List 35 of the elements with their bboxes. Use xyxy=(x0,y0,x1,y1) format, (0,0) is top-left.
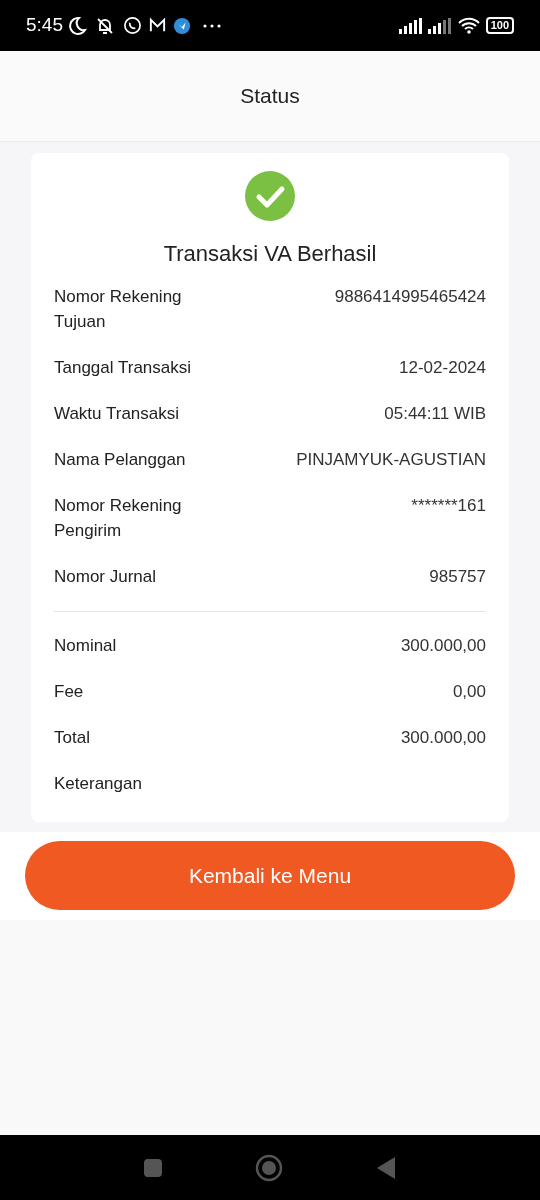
field-value: 985757 xyxy=(429,566,486,588)
more-icon xyxy=(203,23,221,28)
wifi-icon xyxy=(457,17,480,34)
field-value: 0,00 xyxy=(452,681,486,703)
signal-icon xyxy=(427,17,452,34)
field-label: Nomor Rekening Tujuan xyxy=(54,286,183,333)
field-label: Waktu Transaksi xyxy=(54,403,180,425)
field-label: Total xyxy=(54,727,90,749)
field-label: Nomor Jurnal xyxy=(54,566,157,588)
status-time: 5:45 xyxy=(26,13,63,38)
field-label: Nominal xyxy=(54,635,117,657)
field-value: PINJAMYUK-AGUSTIAN xyxy=(296,449,486,471)
field-label: Fee xyxy=(54,681,84,703)
field-value: 300.000,00 xyxy=(400,635,486,657)
home-icon[interactable] xyxy=(255,1153,283,1182)
field-label: Keterangan xyxy=(54,773,142,795)
chat-icon xyxy=(123,16,142,35)
back-icon[interactable] xyxy=(375,1155,397,1180)
field-value: *******161 xyxy=(411,495,486,517)
field-value: 300.000,00 xyxy=(400,727,486,749)
recents-icon[interactable] xyxy=(143,1157,163,1178)
moon-icon xyxy=(67,15,87,36)
field-value: 05:44:11 WIB xyxy=(384,403,486,425)
back-to-menu-button[interactable]: Kembali ke Menu xyxy=(25,841,515,910)
bell-muted-icon xyxy=(95,15,115,36)
field-value: 12-02-2024 xyxy=(399,357,486,379)
field-label: Nomor Rekening Pengirim xyxy=(54,495,183,542)
field-label: Tanggal Transaksi xyxy=(54,357,192,379)
signal-icon xyxy=(398,17,423,34)
field-value: 9886414995465424 xyxy=(334,286,486,308)
page-title: Status xyxy=(240,83,300,110)
receipt-title: Transaksi VA Berhasil xyxy=(163,240,377,268)
success-check-icon xyxy=(245,171,295,221)
battery-indicator: 100 xyxy=(485,17,514,34)
field-label: Nama Pelanggan xyxy=(54,449,186,471)
